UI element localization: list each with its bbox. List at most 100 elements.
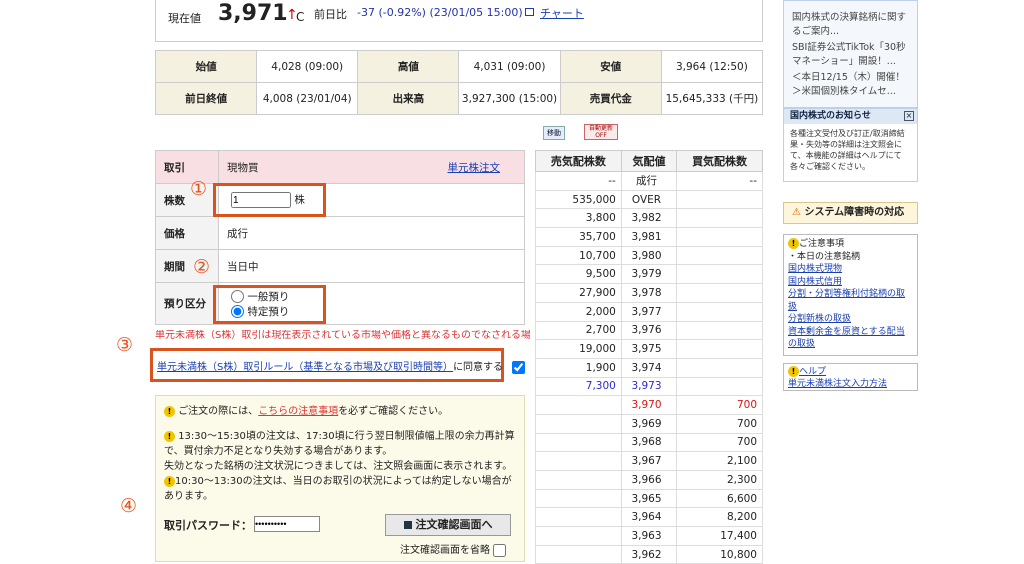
price-cell: 3,973 xyxy=(620,376,678,397)
notes-link[interactable]: こちらの注意事項 xyxy=(258,406,338,417)
step-marker-4: ④ xyxy=(120,495,138,517)
sell-qty-cell xyxy=(535,470,622,490)
order-book-row: 35,700 3,981 xyxy=(535,227,763,247)
agree-label: に同意する xyxy=(453,362,504,373)
sell-qty-cell: 2,700 xyxy=(535,320,622,341)
chart-icon xyxy=(525,8,534,16)
price-value: 成行 xyxy=(218,216,525,250)
sell-qty-cell xyxy=(535,432,622,453)
order-confirm-button[interactable]: 注文確認画面へ xyxy=(385,514,511,536)
low-value: 3,964 (12:50) xyxy=(660,50,764,83)
sell-qty-cell: 1,900 xyxy=(535,357,622,378)
price-cell: 3,970 xyxy=(620,395,678,415)
caution-link-5[interactable]: 資本剰余金を原資とする配当の取扱 xyxy=(788,326,913,351)
system-failure-button[interactable]: ⚠ システム障害時の対応 xyxy=(783,202,918,224)
buy-qty-cell xyxy=(676,264,763,285)
note-1: ! ご注文の際には、こちらの注意事項を必ずご確認ください。 xyxy=(164,404,519,419)
caution-link-3[interactable]: 分割・分割等権利付銘柄の取扱 xyxy=(788,288,913,313)
caution-title-row: ! ご注意事項 xyxy=(788,238,913,251)
odd-lot-input-help-link[interactable]: 単元未満株注文入力方法 xyxy=(788,378,913,390)
period-value: 当日中 xyxy=(218,249,525,283)
prev-close-label: 前日終値 xyxy=(154,82,258,115)
price-cell: 3,978 xyxy=(620,283,678,303)
agree-checkbox[interactable] xyxy=(512,360,526,374)
auto-refresh-toggle[interactable]: 自動更新 OFF xyxy=(584,124,618,140)
order-book-row: 2,700 3,976 xyxy=(535,320,763,341)
order-book-row: 7,300 3,973 xyxy=(535,376,763,397)
odd-lot-warning: 単元未満株（S株）取引は現在表示されている市場や価格と異なるものでなされる場合が… xyxy=(155,330,530,341)
order-book-row: 19,000 3,975 xyxy=(535,339,763,359)
skip-confirm-checkbox[interactable] xyxy=(493,543,507,557)
help-title-row: ! ヘルプ xyxy=(788,366,913,378)
news-item-2[interactable]: SBI証券公式TikTok「30秒マネーショー」開設！... xyxy=(792,41,913,69)
step-marker-1: ① xyxy=(190,178,208,200)
open-value: 4,028 (09:00) xyxy=(256,50,359,83)
caution-link-2[interactable]: 国内株式信用 xyxy=(788,276,913,289)
note-3: 失効となった銘柄の注文状況につきましては、注文照会画面に表示されます。 xyxy=(164,461,513,472)
buy-qty-cell xyxy=(676,283,763,303)
unit-stock-order-link[interactable]: 単元株注文 xyxy=(448,160,501,175)
buy-qty-cell: -- xyxy=(676,171,763,191)
current-price: 3,971 xyxy=(218,1,288,26)
news-item-1[interactable]: 国内株式の決算銘柄に関するご案内... xyxy=(792,11,913,39)
caution-link-1[interactable]: 国内株式現物 xyxy=(788,263,913,276)
buy-qty-cell xyxy=(676,208,763,229)
odd-lot-rules-link[interactable]: 単元未満株（S株）取引ルール（基準となる市場及び取引時間等） xyxy=(157,362,453,373)
arrow-right-icon xyxy=(403,521,412,529)
sell-qty-cell: 10,700 xyxy=(535,245,622,266)
caution-link-4[interactable]: 分割新株の取扱 xyxy=(788,313,913,326)
sell-qty-cell xyxy=(535,544,622,564)
order-book-table: 売気配株数 気配値 買気配株数 -- 成行 -- 535,000 OVER 3,800 3,… xyxy=(535,150,763,564)
caution-sub: ・本日の注意銘柄 xyxy=(788,251,861,262)
high-value: 4,031 (09:00) xyxy=(458,50,561,83)
system-failure-label: システム障害時の対応 xyxy=(804,207,905,218)
password-input[interactable] xyxy=(254,516,320,532)
order-book-row: 3,969 700 xyxy=(535,413,763,434)
price-cell: 成行 xyxy=(620,171,678,191)
exclamation-icon: ! xyxy=(164,405,175,417)
price-cell: 3,965 xyxy=(620,488,678,509)
prev-close-value: 4,008 (23/01/04) xyxy=(256,82,359,115)
skip-confirm-label: 注文確認画面を省略 xyxy=(400,545,490,556)
price-cell: 3,975 xyxy=(620,339,678,359)
buy-qty-cell xyxy=(676,245,763,266)
order-form-table: 取引 現物買単元株注文 株数 株 価格 成行 期間 当日中 預り区分 一般預り … xyxy=(155,150,525,325)
exclamation-icon: ! xyxy=(788,366,799,377)
notice-text: 各種注文受付及び訂正/取消締結果・失効等の詳細は注文照会にて、本機能の詳細はヘル… xyxy=(790,129,905,171)
low-label: 安値 xyxy=(559,50,662,83)
close-icon[interactable]: × xyxy=(904,111,914,121)
trade-type-cell: 現物買 単元株注文 xyxy=(218,150,525,184)
help-panel: ! ヘルプ 単元未満株注文入力方法 xyxy=(783,363,918,391)
order-book-row: 3,968 700 xyxy=(535,432,763,453)
note-2: ! 13:30〜15:30頃の注文は、17:30頃に行う翌日制限値幅上限の余力再… xyxy=(164,429,519,459)
order-book-row: 3,800 3,982 xyxy=(535,208,763,229)
chart-link[interactable]: チャート xyxy=(540,5,584,21)
order-book-row: 10,700 3,980 xyxy=(535,245,763,266)
buy-qty-cell: 8,200 xyxy=(676,507,763,528)
buy-qty-cell: 2,300 xyxy=(676,470,763,490)
price-cell: 3,966 xyxy=(620,470,678,490)
price-cell: OVER xyxy=(620,189,678,210)
turnover-label: 売買代金 xyxy=(559,82,662,115)
sell-qty-cell xyxy=(535,526,622,546)
deposit-type-label: 預り区分 xyxy=(155,282,219,325)
move-button[interactable]: 移動 xyxy=(543,126,565,140)
buy-qty-cell: 700 xyxy=(676,395,763,415)
exclamation-icon: ! xyxy=(788,238,799,249)
quote-table: 始値 4,028 (09:00) 高値 4,031 (09:00) 安値 3,9… xyxy=(154,50,764,115)
order-book-row: 3,970 700 xyxy=(535,395,763,415)
order-book-row: 9,500 3,979 xyxy=(535,264,763,285)
price-flag: C xyxy=(296,10,305,24)
price-cell: 3,962 xyxy=(620,544,678,564)
volume-label: 出来高 xyxy=(357,82,460,115)
help-link[interactable]: ヘルプ xyxy=(799,367,826,377)
sell-qty-cell: 535,000 xyxy=(535,189,622,210)
sell-qty-cell: 27,900 xyxy=(535,283,622,303)
buy-qty-cell: 17,400 xyxy=(676,526,763,546)
news-item-3[interactable]: ＜本日12/15（木）開催！＞米国個別株タイムセ... xyxy=(792,71,913,99)
sell-qty-cell: -- xyxy=(535,171,622,191)
notes-box: ! ご注文の際には、こちらの注意事項を必ずご確認ください。 ! 13:30〜15… xyxy=(155,395,525,562)
price-cell: 3,982 xyxy=(620,208,678,229)
trade-type-value: 現物買 xyxy=(227,161,259,174)
price-cell: 3,968 xyxy=(620,432,678,453)
